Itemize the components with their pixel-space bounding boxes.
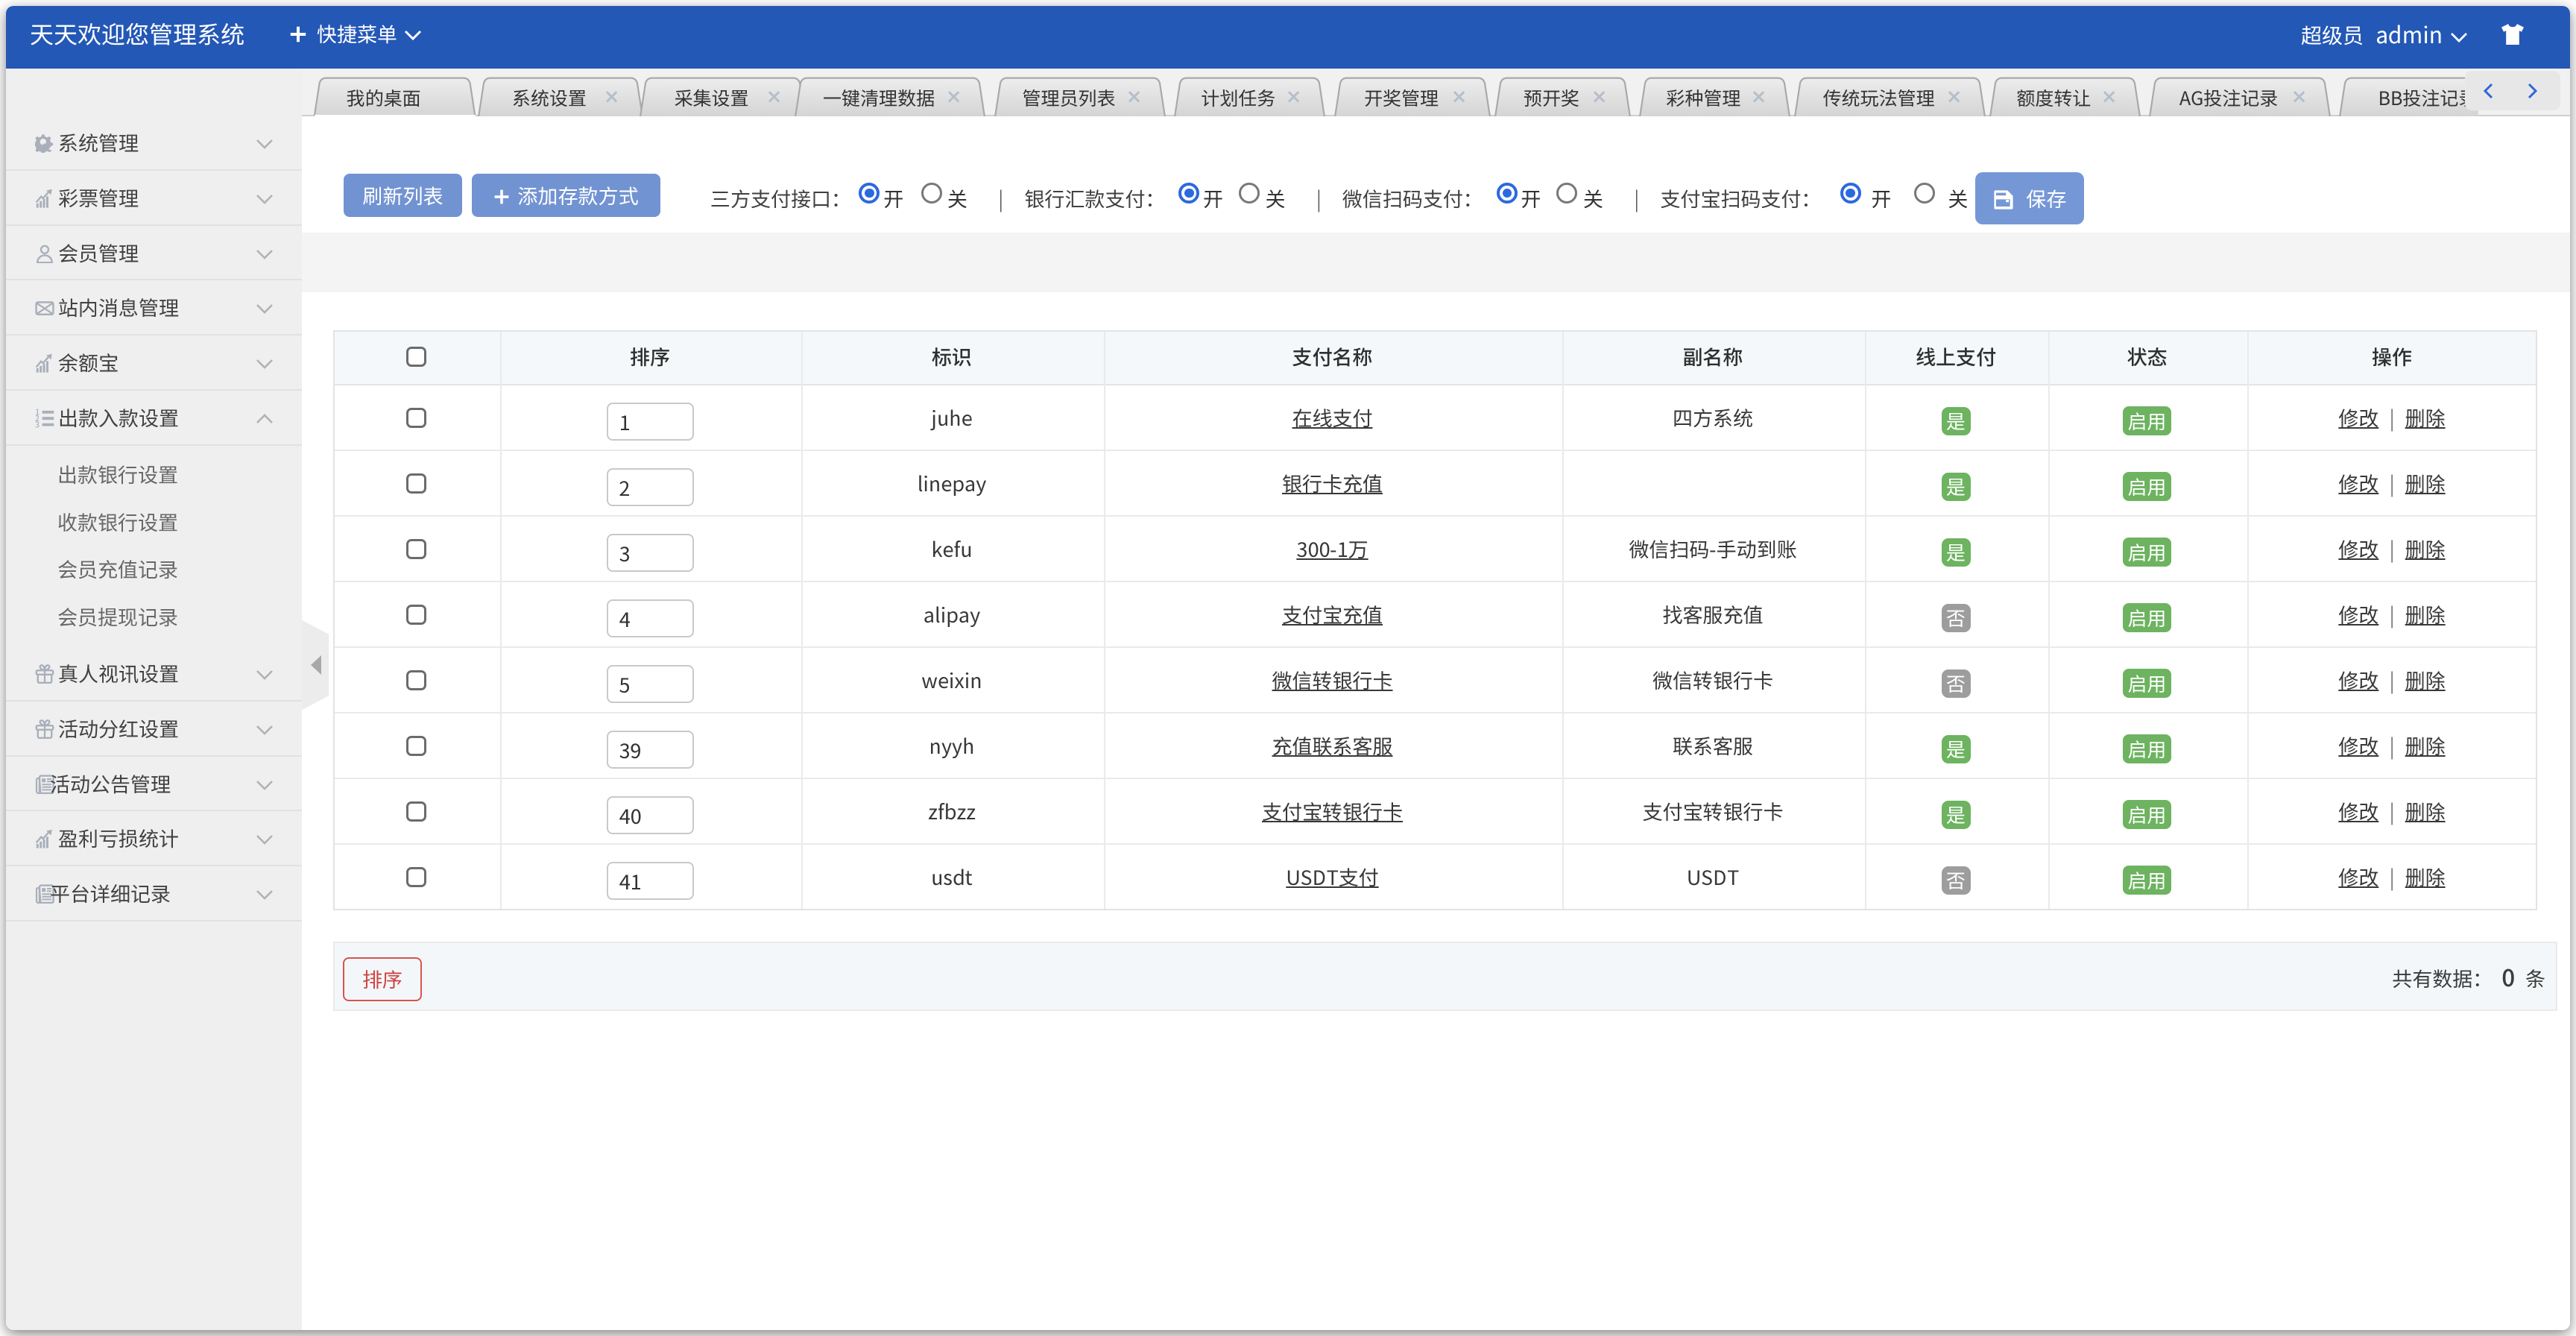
svg-text:开奖管理: 开奖管理 xyxy=(1364,84,1439,111)
svg-text:BB投注记录: BB投注记录 xyxy=(2378,84,2478,111)
svg-text:管理员列表: 管理员列表 xyxy=(1022,84,1115,111)
svg-text:传统玩法管理: 传统玩法管理 xyxy=(1823,84,1935,111)
svg-text:3: 3 xyxy=(35,418,40,428)
svg-text:彩种管理: 彩种管理 xyxy=(1666,84,1740,111)
svg-text:一键清理数据: 一键清理数据 xyxy=(823,84,935,111)
svg-text:计划任务: 计划任务 xyxy=(1201,84,1275,111)
svg-text:我的桌面: 我的桌面 xyxy=(347,84,421,111)
svg-text:系统设置: 系统设置 xyxy=(512,84,587,111)
svg-text:AG投注记录: AG投注记录 xyxy=(2179,84,2278,111)
svg-text:采集设置: 采集设置 xyxy=(675,84,749,111)
svg-text:预开奖: 预开奖 xyxy=(1524,84,1579,111)
svg-text:额度转让: 额度转让 xyxy=(2016,84,2091,111)
